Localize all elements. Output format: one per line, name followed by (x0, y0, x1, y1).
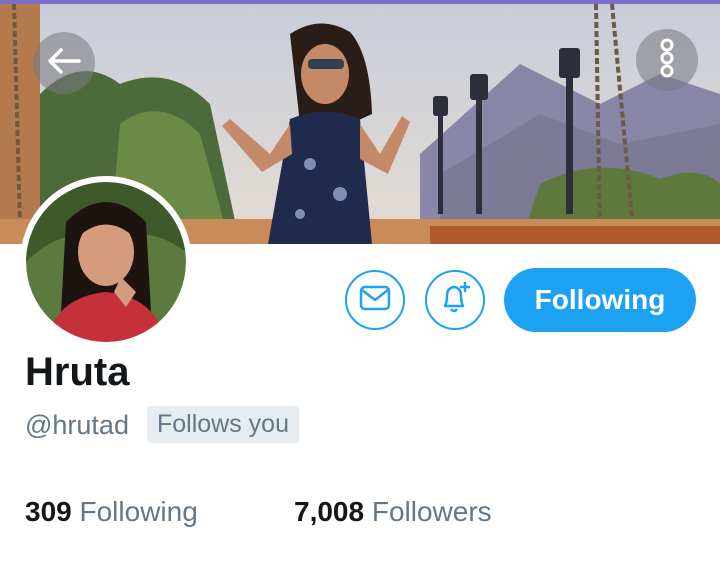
back-button[interactable] (33, 32, 95, 94)
arrow-left-icon (47, 47, 81, 80)
envelope-icon (359, 285, 391, 316)
following-stat[interactable]: 309 Following (25, 496, 198, 528)
message-button[interactable] (345, 270, 405, 330)
followers-stat[interactable]: 7,008 Followers (294, 496, 492, 528)
notifications-button[interactable] (425, 270, 485, 330)
following-label: Following (79, 496, 198, 527)
bell-plus-icon (437, 280, 473, 321)
followers-count: 7,008 (294, 496, 365, 527)
following-button[interactable]: Following (504, 268, 696, 332)
followers-label: Followers (371, 496, 492, 527)
profile-avatar[interactable] (20, 176, 192, 348)
follows-you-badge: Follows you (147, 406, 299, 443)
more-options-button[interactable] (636, 29, 698, 91)
following-count: 309 (25, 496, 72, 527)
profile-handle: @hrutad (25, 410, 129, 440)
vertical-dots-icon (659, 38, 675, 83)
profile-name: Hruta (25, 350, 130, 394)
